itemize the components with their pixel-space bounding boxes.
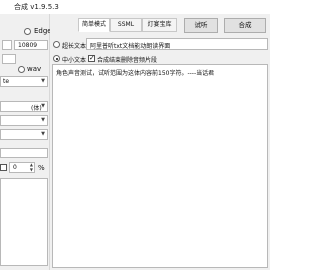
- editor-text: 角色声音测试，试听范围为这体内容前150字符。----当话君: [56, 70, 215, 77]
- wav-label: wav: [27, 65, 42, 73]
- tab-ssml[interactable]: SSML: [110, 18, 142, 32]
- format-combo[interactable]: te ▼: [0, 76, 48, 87]
- mid-text-radio[interactable]: [53, 55, 60, 62]
- chevron-down-icon: ▼: [41, 131, 45, 137]
- small-field[interactable]: [2, 54, 16, 64]
- preview-button[interactable]: 试听: [184, 18, 218, 33]
- role-combo[interactable]: ▼: [0, 129, 48, 140]
- long-text-path-field[interactable]: 阿里普听txt文档能动朗读界面: [86, 38, 268, 50]
- mid-text-label: 中小文本: [62, 57, 87, 64]
- log-box[interactable]: [0, 178, 48, 266]
- spin-box[interactable]: 0 ▲ ▼: [9, 162, 35, 173]
- title-bar: 合成 v1.9.5.3: [0, 0, 270, 14]
- wav-radio[interactable]: [18, 66, 25, 73]
- chevron-down-icon: ▼: [41, 78, 45, 84]
- edge-radio[interactable]: [24, 28, 31, 35]
- option-checkbox[interactable]: [0, 164, 7, 171]
- text-field[interactable]: [2, 40, 12, 50]
- spin-down-icon[interactable]: ▼: [30, 167, 33, 172]
- delete-audio-checkbox[interactable]: [88, 54, 95, 62]
- long-text-label: 超长文本: [62, 43, 87, 50]
- style-combo[interactable]: ▼: [0, 115, 48, 126]
- percent-label: %: [38, 164, 45, 172]
- param-field[interactable]: [0, 148, 48, 158]
- delete-audio-label: 合成结束删除音频片段: [97, 57, 158, 64]
- voice-combo[interactable]: (体) ▼: [0, 101, 48, 112]
- synthesize-button[interactable]: 合成: [224, 18, 266, 33]
- window-title: 合成 v1.9.5.3: [14, 3, 59, 11]
- text-editor[interactable]: 角色声音测试，试听范围为这体内容前150字符。----当话君: [52, 64, 268, 268]
- long-text-radio[interactable]: [53, 41, 60, 48]
- tab-simple-mode[interactable]: 简单模式: [78, 18, 110, 32]
- tab-library[interactable]: 灯宴宝库: [142, 18, 177, 32]
- chevron-down-icon: ▼: [41, 117, 45, 123]
- edge-label: Edge: [34, 27, 52, 35]
- number-field[interactable]: 10809: [14, 40, 48, 50]
- chevron-down-icon: ▼: [41, 103, 45, 109]
